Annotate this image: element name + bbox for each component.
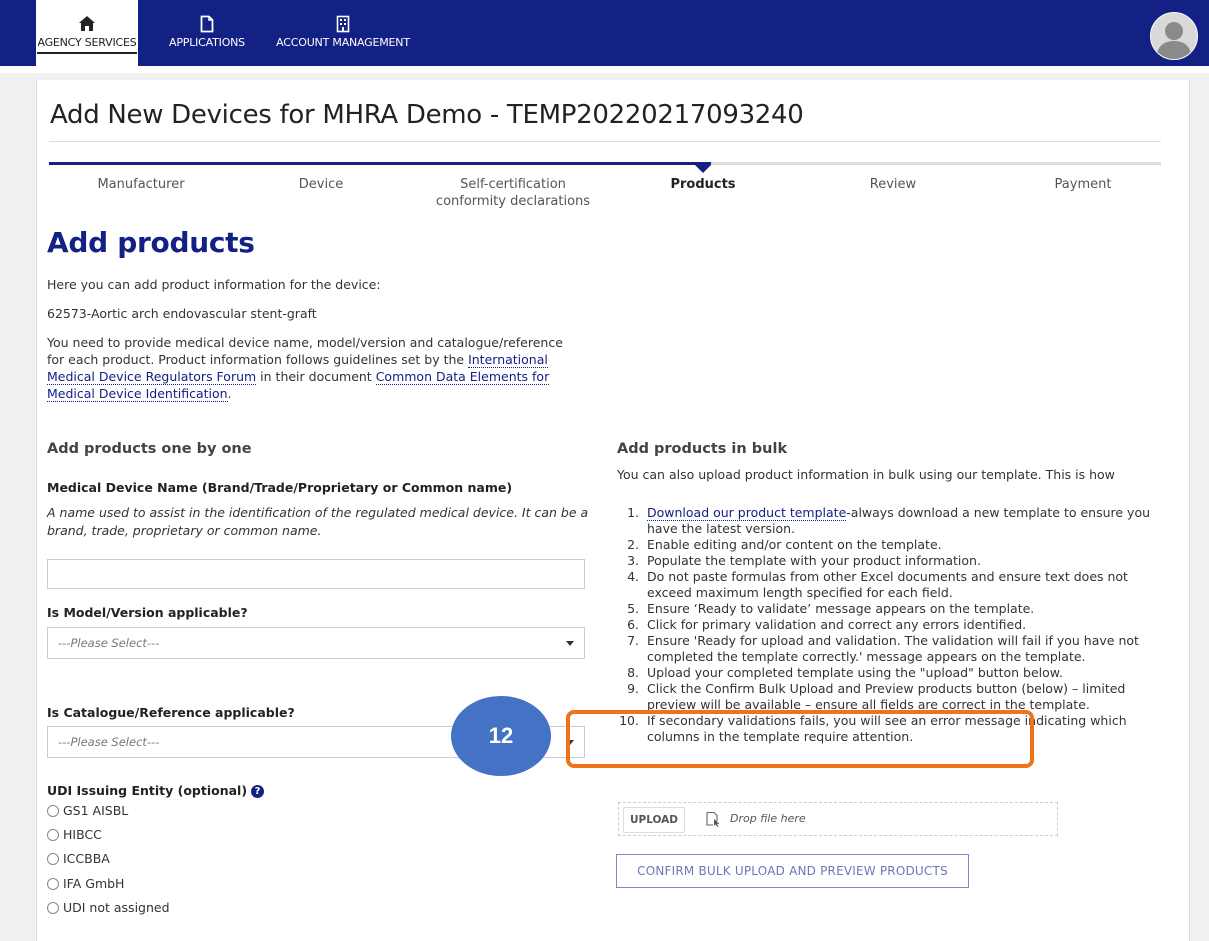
step-text: Populate the template with your product … <box>647 553 981 568</box>
home-icon <box>79 16 95 31</box>
udi-option-label: UDI not assigned <box>63 900 170 915</box>
file-upload-dropzone[interactable]: UPLOAD Drop file here <box>618 802 1058 836</box>
step-manufacturer: Manufacturer <box>97 177 185 192</box>
chevron-down-icon <box>566 641 574 646</box>
bulk-intro: You can also upload product information … <box>617 467 1115 482</box>
section-heading: Add products <box>47 226 255 259</box>
building-icon <box>336 15 350 33</box>
model-version-label: Is Model/Version applicable? <box>47 605 248 620</box>
model-version-selected: ---Please Select--- <box>58 636 160 650</box>
udi-option-label: IFA GmbH <box>63 876 125 891</box>
udi-option-ifa[interactable]: IFA GmbH <box>47 875 124 895</box>
device-name-hint: A name used to assist in the identificat… <box>47 505 589 538</box>
step-payment: Payment <box>1054 177 1112 192</box>
step-number: 6. <box>627 617 639 632</box>
step-number: 3. <box>627 553 639 568</box>
nav-agency-services[interactable]: AGENCY SERVICES <box>36 0 138 66</box>
nav-agency-services-label: AGENCY SERVICES <box>37 36 137 54</box>
radio-button[interactable] <box>47 852 59 865</box>
bulk-heading: Add products in bulk <box>617 441 788 457</box>
file-drop-icon <box>706 811 720 827</box>
one-by-one-heading: Add products one by one <box>47 441 252 457</box>
step-number: 1. <box>627 505 639 520</box>
udi-option-gs1[interactable]: GS1 AISBL <box>47 802 128 822</box>
catalogue-reference-selected: ---Please Select--- <box>58 735 160 749</box>
download-template-link[interactable]: Download our product template <box>647 505 847 521</box>
upload-highlight-outline <box>566 710 1034 768</box>
user-avatar-icon[interactable] <box>1150 12 1198 60</box>
device-name-label: Medical Device Name (Brand/Trade/Proprie… <box>47 480 513 495</box>
radio-button[interactable] <box>47 901 59 914</box>
list-item: 7. Ensure 'Ready for upload and validatio… <box>617 633 1157 665</box>
device-name-input[interactable] <box>47 559 585 589</box>
list-item: 2. Enable editing and/or content on the t… <box>617 537 1157 553</box>
udi-option-label: ICCBBA <box>63 851 110 866</box>
radio-button[interactable] <box>47 804 59 817</box>
list-item: 6. Click for primary validation and corre… <box>617 617 1157 633</box>
step-text: Ensure ‘Ready to validate’ message appea… <box>647 601 1035 616</box>
catalogue-reference-label: Is Catalogue/Reference applicable? <box>47 705 295 720</box>
progress-caret-icon <box>695 165 711 173</box>
page-title: Add New Devices for MHRA Demo - TEMP2022… <box>50 100 804 130</box>
confirm-bulk-upload-button[interactable]: CONFIRM BULK UPLOAD AND PREVIEW PRODUCTS <box>616 854 969 888</box>
radio-button[interactable] <box>47 877 59 890</box>
udi-option-not-assigned[interactable]: UDI not assigned <box>47 899 170 919</box>
list-item: 9. Click the Confirm Bulk Upload and Prev… <box>617 681 1157 713</box>
title-divider <box>49 141 1161 142</box>
step-review: Review <box>869 177 917 192</box>
list-item: 8. Upload your completed template using t… <box>617 665 1157 681</box>
nav-applications-label: APPLICATIONS <box>169 36 245 49</box>
guidance-paragraph: You need to provide medical device name,… <box>47 334 567 402</box>
progress-track <box>49 162 1161 165</box>
top-bar: AGENCY SERVICES APPLICATIONS ACCOUNT MAN… <box>0 0 1209 73</box>
intro-text: Here you can add product information for… <box>47 277 381 292</box>
guidance-text-2: in their document <box>256 369 376 384</box>
step-text: Click for primary validation and correct… <box>647 617 1027 632</box>
step-self-certification: Self-certification conformity declaratio… <box>435 177 591 209</box>
radio-button[interactable] <box>47 828 59 841</box>
udi-option-label: HIBCC <box>63 827 102 842</box>
udi-issuing-entity-label: UDI Issuing Entity (optional)? <box>47 783 265 798</box>
udi-issuing-entity-text: UDI Issuing Entity (optional) <box>47 783 248 798</box>
help-icon[interactable]: ? <box>251 785 265 798</box>
step-device: Device <box>298 177 344 192</box>
nav-applications[interactable]: APPLICATIONS <box>162 0 252 66</box>
nav-account-management[interactable]: ACCOUNT MANAGEMENT <box>262 0 424 66</box>
step-text: Enable editing and/or content on the tem… <box>647 537 942 552</box>
main-panel: Add New Devices for MHRA Demo - TEMP2022… <box>36 80 1190 941</box>
step-text: Ensure 'Ready for upload and validation.… <box>647 633 1139 664</box>
step-number: 2. <box>627 537 639 552</box>
step-number: 9. <box>627 681 639 696</box>
udi-option-hibcc[interactable]: HIBCC <box>47 826 102 846</box>
list-item: 5. Ensure ‘Ready to validate’ message app… <box>617 601 1157 617</box>
step-text: Click the Confirm Bulk Upload and Previe… <box>647 681 1126 712</box>
list-item: 4. Do not paste formulas from other Excel… <box>617 569 1157 601</box>
document-icon <box>200 15 214 33</box>
step-text: Upload your completed template using the… <box>647 665 1063 680</box>
step-number: 7. <box>627 633 639 648</box>
list-item: 1. Download our product template-always d… <box>617 505 1157 537</box>
model-version-select[interactable]: ---Please Select--- <box>47 627 585 659</box>
top-navigation: AGENCY SERVICES APPLICATIONS ACCOUNT MAN… <box>0 0 1209 66</box>
drop-file-text: Drop file here <box>730 812 806 825</box>
step-number: 8. <box>627 665 639 680</box>
step-number: 5. <box>627 601 639 616</box>
udi-option-iccbba[interactable]: ICCBBA <box>47 850 110 870</box>
list-item: 3. Populate the template with your produc… <box>617 553 1157 569</box>
step-marker-badge: 12 <box>451 696 551 776</box>
guidance-text-3: . <box>227 386 232 401</box>
udi-option-label: GS1 AISBL <box>63 803 129 818</box>
progress-fill <box>49 162 711 165</box>
device-name: 62573-Aortic arch endovascular stent-gra… <box>47 306 317 321</box>
step-number: 4. <box>627 569 639 584</box>
bulk-steps-list: 1. Download our product template-always d… <box>617 505 1157 745</box>
step-products: Products <box>670 177 736 192</box>
upload-button[interactable]: UPLOAD <box>623 807 686 833</box>
nav-account-management-label: ACCOUNT MANAGEMENT <box>276 36 410 49</box>
step-text: Do not paste formulas from other Excel d… <box>647 569 1128 600</box>
